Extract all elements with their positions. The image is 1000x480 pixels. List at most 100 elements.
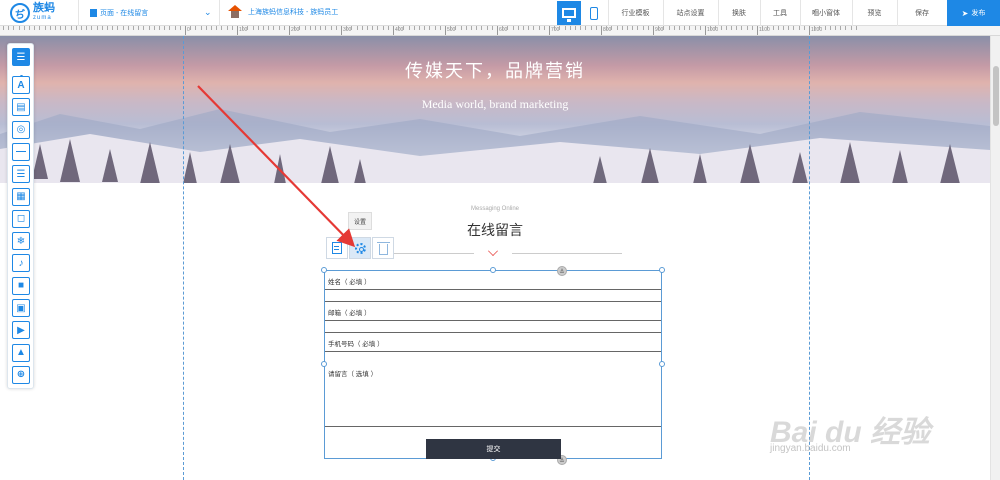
ruler-tick [393,26,394,35]
ruler-minor-tick [673,26,675,30]
submit-button[interactable]: 提交 [426,439,561,459]
phone-field[interactable]: 手机号码（ 必填 ） [325,333,661,352]
ruler-minor-tick [616,26,618,30]
ruler-minor-tick [283,26,285,30]
ruler-minor-tick [658,26,660,30]
vertical-scrollbar[interactable] [990,36,1000,480]
watermark-url: jingyan.baidu.com [770,443,851,454]
section-eyebrow: Messaging Online [470,206,520,212]
tools-button[interactable]: 工具 [760,0,800,26]
edit-content-button[interactable] [326,237,348,259]
ruler-minor-tick [824,26,826,30]
ruler-minor-tick [767,26,769,30]
publish-button[interactable]: ➤ 发布 [947,0,1000,26]
ant-logo-icon: ぢ [10,3,30,23]
banner[interactable]: 传媒天下，品牌营销 Media world, brand marketing [0,36,990,183]
divider [219,0,220,26]
ruler-minor-tick [528,26,530,30]
sidebar-item-shapes-icon[interactable]: ◎ [12,120,30,139]
ruler-minor-tick [60,26,62,30]
ruler-minor-tick [569,26,571,30]
ruler-minor-tick [491,26,493,30]
ruler-minor-tick [34,26,36,30]
settings-tooltip: 设置 [348,212,372,230]
sidebar-item-text-icon[interactable]: A [12,76,30,94]
list-icon: ☰ [16,51,26,63]
ruler-minor-tick [320,26,322,30]
ruler-minor-tick [850,26,852,30]
ruler-minor-tick [564,26,566,30]
ruler-minor-tick [309,26,311,30]
mobile-view-button[interactable] [582,1,606,25]
save-button[interactable]: 保存 [897,0,947,26]
ruler-minor-tick [325,26,327,30]
sidebar-item-image-text-icon[interactable]: ▤ [12,98,30,117]
settings-button[interactable] [349,237,371,259]
divider-icon: — [16,146,26,158]
ruler-tick [497,26,498,35]
horizontal-ruler: 0 100 200 300 400 500 600 700 800 900 1000 1100 1200 [0,26,1000,36]
ruler-minor-tick [814,26,816,30]
ruler-minor-tick [647,26,649,30]
sidebar-item-gallery-icon[interactable]: ▦ [12,187,30,206]
ruler-minor-tick [554,26,556,30]
ruler-minor-tick [741,26,743,30]
gear-icon [354,242,366,254]
sidebar-item-snowflake-icon[interactable]: ❄ [12,232,30,251]
ruler-minor-tick [533,26,535,30]
ruler-minor-tick [731,26,732,30]
mini-window-button[interactable]: 嗰小窗体 [800,0,852,26]
sidebar-item-divider-icon[interactable]: — [12,142,30,161]
guide-line-left [183,36,184,480]
ruler-minor-tick [216,26,218,30]
send-icon: ➤ [961,8,969,18]
ruler-minor-tick [81,26,82,30]
component-sidebar: ☰ A ▤ ◎ — ☰ ▦ ◻ ❄ ♪ ■ ▣ ▶ ▲ ⊕ [7,43,34,389]
ruler-minor-tick [117,26,119,30]
ruler-tick [445,26,446,35]
delete-button[interactable] [372,237,394,259]
ruler-minor-tick [23,26,25,30]
ruler-label: 1000 [707,27,719,33]
logo[interactable]: ぢ 族蚂 zuma [10,3,55,23]
ruler-minor-tick [803,26,805,30]
bag-icon: ◻ [16,213,26,225]
industry-template-button[interactable]: 行业模板 [608,0,663,26]
ruler-minor-tick [689,26,691,30]
skin-button[interactable]: 换肤 [718,0,760,26]
sidebar-item-list-icon[interactable]: ☰ [12,48,30,66]
chevron-down-icon[interactable]: ⌄ [204,7,212,18]
sidebar-item-play-icon[interactable]: ▶ [12,321,30,340]
ruler-minor-tick [221,26,223,30]
phone-icon [590,6,598,20]
ruler-minor-tick [211,26,212,30]
ruler-minor-tick [3,26,4,30]
message-textarea[interactable]: 请留言（ 选填 ） [325,363,661,427]
ruler-minor-tick [13,26,15,30]
desktop-view-button[interactable] [557,1,581,25]
name-field[interactable]: 姓名（ 必填 ） [325,271,661,290]
sidebar-item-music-icon[interactable]: ♪ [12,254,30,273]
sidebar-item-bag-icon[interactable]: ◻ [12,209,30,228]
preview-button[interactable]: 预览 [852,0,897,26]
divider [78,0,79,26]
sidebar-item-video-icon[interactable]: ■ [12,276,30,295]
sidebar-item-form-icon[interactable]: ▣ [12,299,30,317]
page-selector[interactable]: 页面 - 在线留言 [90,8,148,18]
ruler-tick [237,26,238,35]
message-form[interactable]: ⚓ ⚓ 姓名（ 必填 ） 邮箱（ 必填 ） 手机号码（ 必填 ） 请留言（ 选填… [321,266,665,465]
sidebar-item-list-icon[interactable]: ☰ [12,165,30,184]
top-toolbar: ぢ 族蚂 zuma 页面 - 在线留言 ⌄ 上海族蚂信息科技 - 族蚂员工 行业… [0,0,1000,26]
ruler-minor-tick [788,26,790,30]
home-icon [228,5,242,19]
ruler-minor-tick [845,26,847,30]
ruler-minor-tick [476,26,478,30]
ruler-minor-tick [169,26,171,30]
sidebar-item-search-icon[interactable]: ⊕ [12,365,30,384]
site-settings-button[interactable]: 站点设置 [663,0,718,26]
scrollbar-thumb[interactable] [993,66,999,126]
sidebar-item-picture-icon[interactable]: ▲ [12,343,30,362]
email-field[interactable]: 邮箱（ 必填 ） [325,302,661,321]
site-selector[interactable]: 上海族蚂信息科技 - 族蚂员工 [228,5,338,19]
ruler-minor-tick [575,26,576,30]
